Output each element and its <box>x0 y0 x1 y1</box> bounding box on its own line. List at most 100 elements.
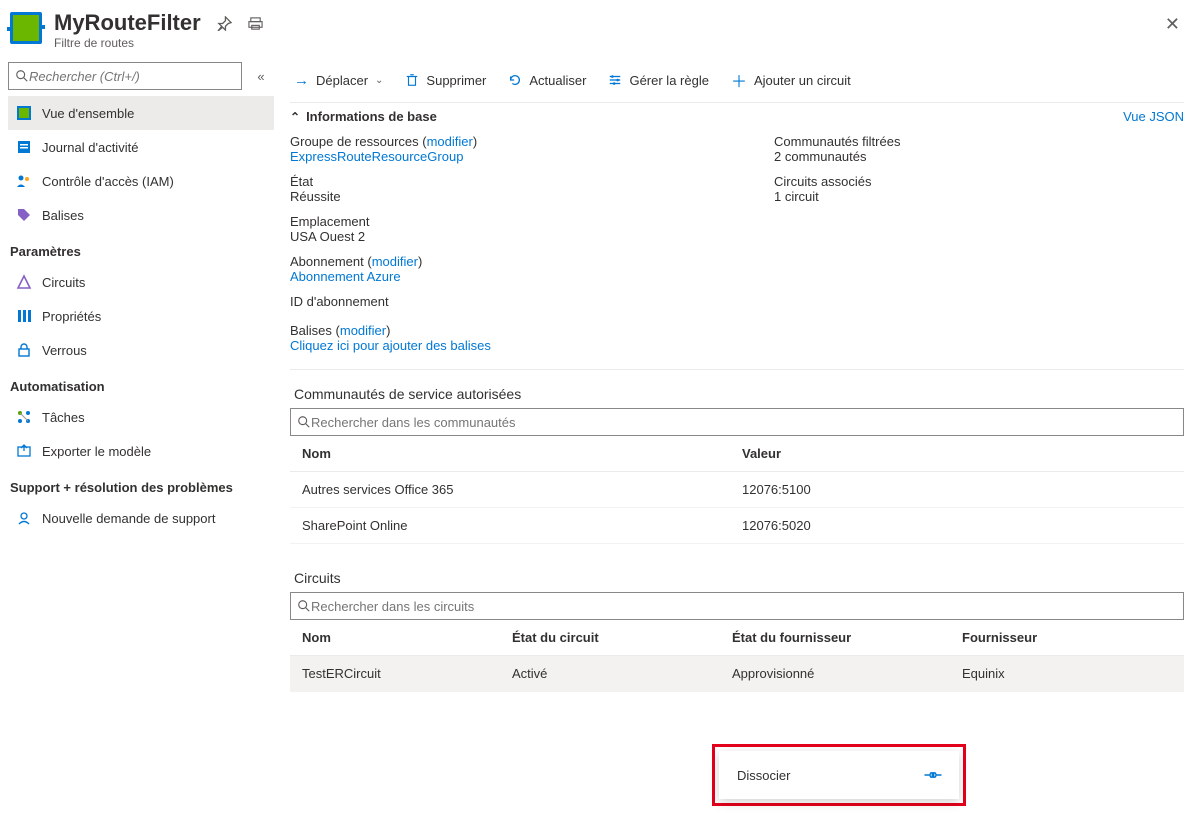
sub-label: Abonnement (modifier) <box>290 254 734 269</box>
dissociate-label: Dissocier <box>737 768 790 783</box>
sidebar-item-label: Tâches <box>42 410 85 425</box>
search-icon <box>15 69 29 83</box>
page-subtitle: Filtre de routes <box>54 36 1161 50</box>
page-title: MyRouteFilter <box>54 10 201 36</box>
search-icon <box>297 415 311 429</box>
trash-icon <box>405 73 419 87</box>
communities-section-title: Communautés de service autorisées <box>290 370 1184 408</box>
context-menu-dissociate[interactable]: Dissocier <box>719 751 959 799</box>
tag-icon <box>16 207 32 223</box>
properties-icon <box>16 308 32 324</box>
state-label: État <box>290 174 734 189</box>
search-icon <box>297 599 311 613</box>
location-value: USA Ouest 2 <box>290 229 734 244</box>
lock-icon <box>16 342 32 358</box>
chevron-down-icon: ⌄ <box>375 75 383 86</box>
tags-label: Balises (modifier) <box>290 323 734 338</box>
export-icon <box>16 443 32 459</box>
sidebar-item-activity-log[interactable]: Journal d'activité <box>8 130 274 164</box>
move-button[interactable]: → Déplacer ⌄ <box>294 72 383 89</box>
table-row[interactable]: TestERCircuit Activé Approvisionné Equin… <box>290 656 1184 692</box>
arrow-right-icon: → <box>294 72 309 89</box>
circuits-search[interactable] <box>290 592 1184 620</box>
sidebar-item-label: Nouvelle demande de support <box>42 511 215 526</box>
route-filter-small-icon <box>16 105 32 121</box>
col-name: Nom <box>302 446 742 461</box>
sidebar-item-export-template[interactable]: Exporter le modèle <box>8 434 274 468</box>
blade-header: MyRouteFilter Filtre de routes ✕ <box>0 0 1200 58</box>
sidebar-item-label: Propriétés <box>42 309 101 324</box>
communities-search[interactable] <box>290 408 1184 436</box>
refresh-icon <box>508 73 522 87</box>
circuits-search-input[interactable] <box>311 599 1177 614</box>
plus-icon: ＋ <box>731 68 747 92</box>
pin-icon[interactable] <box>217 16 232 31</box>
sidebar-search-input[interactable] <box>29 69 235 84</box>
unplug-icon <box>922 764 945 787</box>
print-icon[interactable] <box>248 16 263 31</box>
sliders-icon <box>608 73 622 87</box>
rg-change-link[interactable]: modifier <box>427 134 473 149</box>
communities-search-input[interactable] <box>311 415 1177 430</box>
add-circuit-button[interactable]: ＋ Ajouter un circuit <box>731 68 851 92</box>
sidebar-search[interactable] <box>8 62 242 90</box>
sidebar: « Vue d'ensemble Journal d'activité Cont… <box>0 58 282 692</box>
sidebar-item-label: Contrôle d'accès (IAM) <box>42 174 174 189</box>
chevron-up-icon: ⌃ <box>290 110 300 124</box>
sidebar-item-label: Vue d'ensemble <box>42 106 134 121</box>
col-circuit-state: État du circuit <box>512 630 732 645</box>
circuits-table-header: Nom État du circuit État du fournisseur … <box>290 620 1184 656</box>
sidebar-item-label: Exporter le modèle <box>42 444 151 459</box>
tasks-icon <box>16 409 32 425</box>
rg-value[interactable]: ExpressRouteResourceGroup <box>290 149 734 164</box>
sidebar-section-support: Support + résolution des problèmes <box>8 468 274 501</box>
log-icon <box>16 139 32 155</box>
table-row[interactable]: Autres services Office 365 12076:5100 <box>290 472 1184 508</box>
circuits-section-title: Circuits <box>290 544 1184 592</box>
sidebar-item-new-support[interactable]: Nouvelle demande de support <box>8 501 274 535</box>
tags-change-link[interactable]: modifier <box>340 323 386 338</box>
sidebar-item-label: Verrous <box>42 343 87 358</box>
subid-label: ID d'abonnement <box>290 294 734 309</box>
sidebar-item-label: Journal d'activité <box>42 140 138 155</box>
close-icon[interactable]: ✕ <box>1161 10 1184 39</box>
sidebar-item-iam[interactable]: Contrôle d'accès (IAM) <box>8 164 274 198</box>
col-value: Valeur <box>742 446 1172 461</box>
sub-change-link[interactable]: modifier <box>372 254 418 269</box>
view-json-link[interactable]: Vue JSON <box>1123 109 1184 124</box>
route-filter-icon <box>10 12 42 44</box>
col-name: Nom <box>302 630 512 645</box>
dissociate-highlight: Dissocier <box>712 744 966 806</box>
communities-table-header: Nom Valeur <box>290 436 1184 472</box>
sidebar-item-properties[interactable]: Propriétés <box>8 299 274 333</box>
tags-add-link[interactable]: Cliquez ici pour ajouter des balises <box>290 338 734 353</box>
support-icon <box>16 510 32 526</box>
sidebar-section-auto: Automatisation <box>8 367 274 400</box>
manage-rule-button[interactable]: Gérer la règle <box>608 73 708 88</box>
state-value: Réussite <box>290 189 734 204</box>
content-pane: → Déplacer ⌄ Supprimer Actualiser Gérer … <box>282 58 1200 692</box>
assoc-circuits-label: Circuits associés <box>774 174 1184 189</box>
assoc-circuits-value: 1 circuit <box>774 189 1184 204</box>
rg-label: Groupe de ressources (modifier) <box>290 134 734 149</box>
circuits-icon <box>16 274 32 290</box>
location-label: Emplacement <box>290 214 734 229</box>
people-icon <box>16 173 32 189</box>
communities-label: Communautés filtrées <box>774 134 1184 149</box>
collapse-sidebar-button[interactable]: « <box>248 63 274 89</box>
communities-value: 2 communautés <box>774 149 1184 164</box>
sidebar-item-tags[interactable]: Balises <box>8 198 274 232</box>
sidebar-item-label: Circuits <box>42 275 85 290</box>
sidebar-section-params: Paramètres <box>8 232 274 265</box>
col-provider: Fournisseur <box>962 630 1172 645</box>
sidebar-item-tasks[interactable]: Tâches <box>8 400 274 434</box>
command-bar: → Déplacer ⌄ Supprimer Actualiser Gérer … <box>290 58 1184 102</box>
sidebar-item-locks[interactable]: Verrous <box>8 333 274 367</box>
delete-button[interactable]: Supprimer <box>405 73 486 88</box>
sidebar-item-circuits[interactable]: Circuits <box>8 265 274 299</box>
essentials-toggle[interactable]: ⌃ Informations de base <box>290 109 437 124</box>
table-row[interactable]: SharePoint Online 12076:5020 <box>290 508 1184 544</box>
sidebar-item-overview[interactable]: Vue d'ensemble <box>8 96 274 130</box>
refresh-button[interactable]: Actualiser <box>508 73 586 88</box>
sub-value[interactable]: Abonnement Azure <box>290 269 734 284</box>
